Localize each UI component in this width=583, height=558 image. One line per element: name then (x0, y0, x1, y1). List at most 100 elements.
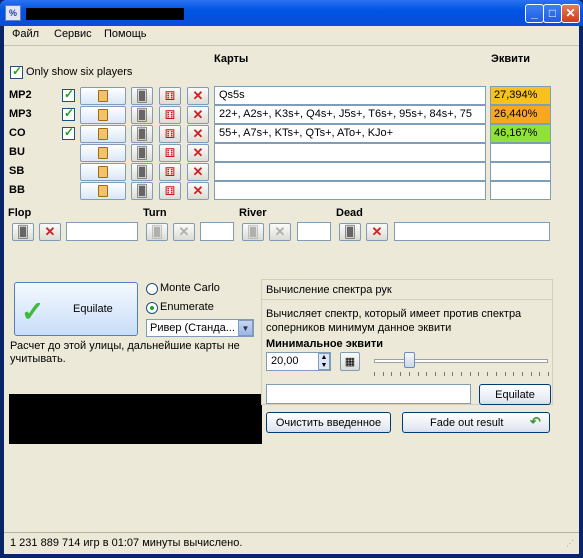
card-select-button[interactable]: 🂠 (131, 144, 153, 162)
turn-label: Turn (143, 207, 167, 219)
app-window: % _ □ ✕ Файл Сервис Помощь Карты Эквити … (0, 0, 583, 558)
clear-icon: ✕ (178, 224, 190, 239)
monte-carlo-radio[interactable] (146, 283, 158, 295)
only-six-checkbox[interactable] (10, 64, 23, 79)
random-hand-button[interactable]: ⚅ (159, 125, 181, 143)
clear-player-button[interactable]: ✕ (187, 182, 209, 200)
player-range-input[interactable] (214, 181, 486, 200)
chevron-down-icon[interactable]: ▼ (238, 320, 253, 336)
turn-input[interactable] (200, 222, 234, 241)
range-editor-button[interactable] (80, 163, 126, 181)
slider-tick (539, 372, 540, 376)
range-editor-button[interactable] (80, 87, 126, 105)
random-hand-button[interactable]: ⚅ (159, 163, 181, 181)
card-select-button[interactable]: 🂠 (131, 163, 153, 181)
player-position: MP2 (9, 89, 32, 101)
dead-clear-button[interactable]: ✕ (366, 223, 388, 241)
slider-tick (383, 372, 384, 376)
range-editor-button[interactable] (80, 125, 126, 143)
card-select-button[interactable]: 🂠 (131, 182, 153, 200)
redacted-box (9, 394, 262, 444)
slider-tick (400, 372, 401, 376)
enumerate-radio[interactable] (146, 302, 158, 314)
close-button[interactable]: ✕ (561, 4, 580, 23)
menu-service[interactable]: Сервис (54, 28, 92, 40)
turn-card-button[interactable]: 🂠 (146, 223, 168, 241)
clear-player-button[interactable]: ✕ (187, 144, 209, 162)
player-active-checkbox[interactable] (62, 106, 75, 121)
river-clear-button[interactable]: ✕ (269, 223, 291, 241)
flop-clear-button[interactable]: ✕ (39, 223, 61, 241)
random-hand-button[interactable]: ⚅ (159, 144, 181, 162)
dead-input[interactable] (394, 222, 550, 241)
player-range-input[interactable]: 55+, A7s+, KTs+, QTs+, ATo+, KJo+ (214, 124, 486, 143)
fade-out-button[interactable]: Fade out result ↶ (402, 412, 550, 433)
spinner-icon[interactable]: ▲ ▼ (318, 353, 330, 370)
player-equity (490, 162, 551, 181)
status-bar: 1 231 889 714 игр в 01:07 минуты вычисле… (4, 532, 579, 554)
player-equity (490, 181, 551, 200)
clear-icon: ✕ (192, 88, 204, 103)
player-active-checkbox[interactable] (62, 87, 75, 102)
river-card-button[interactable]: 🂠 (242, 223, 264, 241)
player-equity: 46,167% (490, 124, 551, 143)
clear-player-button[interactable]: ✕ (187, 87, 209, 105)
slider-tick (478, 372, 479, 376)
clear-player-button[interactable]: ✕ (187, 106, 209, 124)
range-editor-button[interactable] (80, 182, 126, 200)
player-active-checkbox[interactable] (62, 125, 75, 140)
app-icon[interactable]: % (5, 5, 21, 21)
spectrum-equilate-button[interactable]: Equilate (479, 384, 551, 405)
river-input[interactable] (297, 222, 331, 241)
maximize-button[interactable]: □ (543, 4, 562, 23)
range-editor-button[interactable] (80, 106, 126, 124)
min-equity-slider-track[interactable] (374, 359, 548, 363)
river-label: River (239, 207, 267, 219)
card-icon: 🂠 (16, 225, 30, 239)
dead-card-button[interactable]: 🂠 (339, 223, 361, 241)
random-hand-button[interactable]: ⚅ (159, 106, 181, 124)
player-range-input[interactable]: Qs5s (214, 86, 486, 105)
undo-arrow-icon: ↶ (530, 414, 541, 429)
spectrum-result-input[interactable] (266, 384, 471, 404)
minimize-button[interactable]: _ (525, 4, 544, 23)
player-position: SB (9, 165, 25, 177)
dice-icon: ⚅ (164, 165, 176, 179)
clear-icon: ✕ (274, 224, 286, 239)
card-select-button[interactable]: 🂠 (131, 106, 153, 124)
slider-tick (444, 372, 445, 376)
flop-input[interactable] (66, 222, 138, 241)
card-icon: 🂠 (135, 108, 149, 122)
clear-player-button[interactable]: ✕ (187, 163, 209, 181)
range-icon (98, 147, 108, 159)
player-range-input[interactable] (214, 162, 486, 181)
slider-tick (531, 372, 532, 376)
clear-input-button[interactable]: Очистить введенное (266, 412, 391, 433)
card-select-button[interactable]: 🂠 (131, 125, 153, 143)
range-icon (98, 128, 108, 140)
flop-card-button[interactable]: 🂠 (12, 223, 34, 241)
resize-grip-icon[interactable]: ⋰ (566, 539, 574, 548)
player-equity: 27,394% (490, 86, 551, 105)
turn-clear-button[interactable]: ✕ (173, 223, 195, 241)
player-range-input[interactable] (214, 143, 486, 162)
calculator-button[interactable]: ▦ (340, 352, 360, 371)
range-editor-button[interactable] (80, 144, 126, 162)
card-select-button[interactable]: 🂠 (131, 87, 153, 105)
clear-player-button[interactable]: ✕ (187, 125, 209, 143)
clear-icon: ✕ (192, 183, 204, 198)
dice-icon: ⚅ (164, 184, 176, 198)
player-equity: 26,440% (490, 105, 551, 124)
clear-icon: ✕ (192, 164, 204, 179)
menu-help[interactable]: Помощь (104, 28, 147, 40)
min-equity-slider-thumb[interactable] (403, 352, 415, 368)
random-hand-button[interactable]: ⚅ (159, 182, 181, 200)
slider-tick (435, 372, 436, 376)
slider-tick (487, 372, 488, 376)
player-range-input[interactable]: 22+, A2s+, K3s+, Q4s+, J5s+, T6s+, 95s+,… (214, 105, 486, 124)
menu-separator (4, 45, 579, 46)
random-hand-button[interactable]: ⚅ (159, 87, 181, 105)
menu-file[interactable]: Файл (12, 28, 39, 40)
equilate-main-button[interactable]: ✓ Equilate (14, 282, 138, 336)
player-equity (490, 143, 551, 162)
